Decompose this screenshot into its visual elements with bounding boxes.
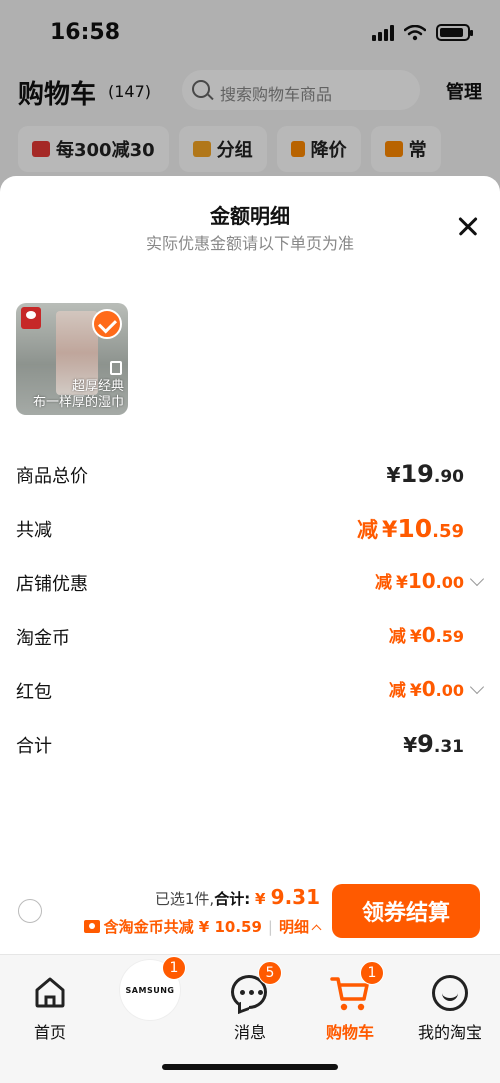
row-amount: ¥19.90 [386, 460, 464, 488]
row-label: 淘金币 [16, 628, 70, 649]
row-amount: 减 ¥10.59 [357, 514, 464, 543]
row-amount: ¥9.31 [403, 730, 464, 758]
close-icon[interactable] [456, 214, 480, 238]
tab-label: 消息 [233, 1023, 266, 1042]
price-row-subtotal: 商品总价 ¥19.90 [0, 460, 500, 492]
coupon-icon [83, 920, 100, 933]
home-icon [35, 977, 65, 1008]
home-indicator[interactable] [162, 1064, 338, 1070]
selected-suffix: 件, [194, 890, 215, 908]
row-label: 合计 [16, 736, 52, 757]
brand-badge: 1 [162, 956, 186, 980]
selection-summary: 已选1件,合计: ¥ 9.31 [155, 885, 320, 909]
selected-prefix: 已选 [154, 890, 185, 908]
sheet-subtitle: 实际优惠金额请以下单页为准 [145, 234, 354, 253]
checkmark-icon[interactable] [92, 309, 122, 339]
caption-line-2: 布一样厚的湿巾 [32, 395, 124, 410]
discount-summary[interactable]: 含淘金币共减 ¥ 10.59 | 明细 [83, 916, 322, 937]
package-icon [110, 361, 122, 375]
price-row-taobao-coins: 淘金币 减 ¥0.59 [0, 622, 500, 654]
product-caption: 超厚经典 布一样厚的湿巾 [33, 379, 124, 411]
row-amount: 减 ¥0.59 [388, 623, 464, 647]
chevron-up-icon [311, 924, 322, 935]
price-row-red-packet[interactable]: 红包 减 ¥0.00 [0, 676, 500, 708]
tab-label: 我的淘宝 [417, 1023, 482, 1042]
row-label: 店铺优惠 [16, 574, 88, 595]
price-row-total: 合计 ¥9.31 [0, 730, 500, 762]
row-label: 商品总价 [16, 466, 88, 487]
brand-logo-icon [21, 307, 41, 329]
sheet-title: 金额明细 [210, 204, 290, 228]
row-amount: 减 ¥0.00 [388, 677, 464, 701]
checkout-bar: 已选1件,合计: ¥ 9.31 含淘金币共减 ¥ 10.59 | 明细 领券结算 [0, 876, 500, 954]
checkout-button[interactable]: 领券结算 [332, 884, 480, 938]
discount-text: 含淘金币共减 ¥ 10.59 [103, 918, 262, 936]
row-label: 红包 [16, 682, 52, 703]
total-label: 合计: [214, 890, 251, 908]
tab-my-taobao[interactable]: 我的淘宝 [400, 965, 500, 1045]
product-thumbnail[interactable]: 超厚经典 布一样厚的湿巾 [16, 303, 128, 415]
tab-label: 首页 [33, 1023, 66, 1042]
caption-line-1: 超厚经典 [71, 379, 124, 394]
brand-text: SAMSUNG [125, 985, 175, 995]
row-label: 共减 [16, 520, 52, 541]
select-all-checkbox[interactable] [18, 899, 42, 923]
selected-count: 1 [184, 890, 195, 908]
price-row-store-discount[interactable]: 店铺优惠 减 ¥10.00 [0, 568, 500, 600]
price-row-total-discount: 共减 减 ¥10.59 [0, 514, 500, 546]
chevron-down-icon[interactable] [469, 679, 485, 695]
row-amount: 减 ¥10.00 [374, 569, 464, 593]
tab-home[interactable]: 首页 [0, 965, 100, 1045]
detail-toggle[interactable]: 明细 [279, 916, 322, 937]
tab-messages[interactable]: 5 消息 [200, 961, 300, 1045]
profile-icon [432, 975, 468, 1011]
cart-badge: 1 [360, 961, 384, 985]
tab-cart[interactable]: 1 购物车 [300, 961, 400, 1045]
total-amount: ¥ 9.31 [254, 885, 320, 909]
message-badge: 5 [258, 961, 282, 985]
tab-label: 购物车 [325, 1023, 374, 1042]
chevron-down-icon[interactable] [469, 571, 485, 587]
